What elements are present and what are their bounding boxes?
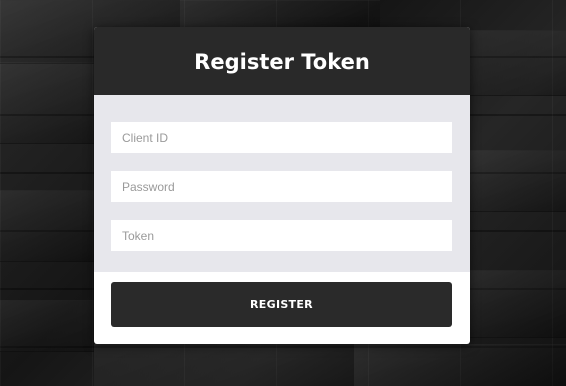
background-brick	[94, 344, 354, 386]
background-brick	[354, 344, 566, 386]
background-brick	[470, 30, 566, 96]
client-id-input[interactable]	[111, 122, 452, 153]
background-brick	[470, 270, 566, 338]
page-background: { "form": { "title": "Register Token", "…	[0, 0, 566, 386]
token-input[interactable]	[111, 220, 452, 251]
form-fields	[94, 95, 470, 272]
register-button[interactable]: REGISTER	[111, 282, 452, 327]
background-brick	[180, 0, 380, 28]
form-title: Register Token	[194, 50, 370, 74]
background-brick	[0, 190, 94, 262]
card-header: Register Token	[94, 27, 470, 95]
card-footer: REGISTER	[94, 272, 470, 327]
background-brick	[0, 300, 94, 352]
password-input[interactable]	[111, 171, 452, 202]
background-brick	[0, 62, 94, 144]
register-token-card: Register Token REGISTER	[94, 27, 470, 344]
background-brick	[470, 150, 566, 212]
